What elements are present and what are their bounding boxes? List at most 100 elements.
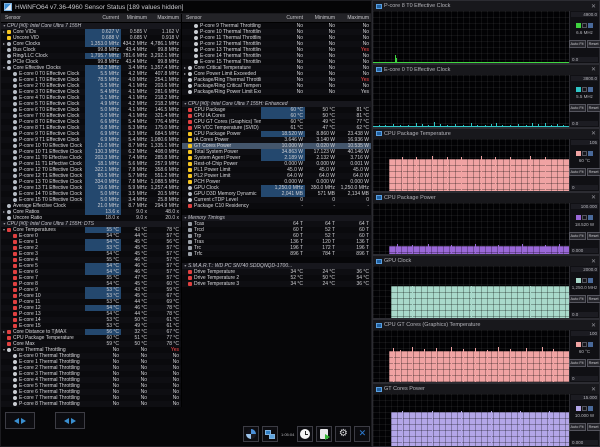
graph-close-icon[interactable]: ✕ (591, 194, 596, 201)
sensor-row[interactable]: Package/Ring Power Limit Exceeded No No Yes (182, 89, 371, 95)
reset-button[interactable]: Reset (586, 40, 600, 48)
flag-sensor-icon (188, 90, 192, 94)
grid-color-swatch[interactable] (588, 86, 593, 92)
clock-sensor-icon (13, 150, 17, 154)
power-sensor-icon (188, 168, 192, 172)
graph-spike (510, 156, 512, 191)
sensor-label: Trfc (194, 251, 203, 257)
sensor-row[interactable]: Trfc 896 T 784 T 896 T (182, 251, 371, 257)
temp-sensor-icon (13, 294, 17, 298)
clock-sensor-icon (13, 156, 17, 160)
grid-color-swatch[interactable] (588, 278, 593, 284)
reset-button[interactable]: Reset (586, 167, 600, 176)
clock-sensor-icon (13, 90, 17, 94)
column-header-minimum[interactable]: Minimum (305, 15, 337, 21)
graph-scale-max: 105 (571, 139, 598, 145)
background-color-swatch[interactable] (582, 214, 587, 220)
graph-close-icon[interactable]: ✕ (591, 66, 596, 73)
line-color-swatch[interactable] (576, 278, 581, 284)
flag-sensor-icon (188, 72, 192, 76)
close-button[interactable]: ✕ (354, 426, 371, 442)
logging-start-button[interactable] (316, 426, 333, 442)
auto-fit-button[interactable]: Auto Fit (568, 295, 586, 304)
line-color-swatch[interactable] (576, 23, 581, 28)
graph-titlebar[interactable]: CPU Package Power ✕ (373, 192, 599, 203)
reset-button[interactable]: Reset (586, 359, 600, 368)
table-header-left[interactable]: Sensor Current Minimum Maximum (1, 14, 181, 23)
grid-color-swatch[interactable] (588, 23, 593, 28)
current-value: - (301, 203, 303, 209)
column-header-minimum[interactable]: Minimum (121, 15, 149, 21)
sensor-row[interactable]: P-core 8 Thermal Throttling No No No (1, 401, 181, 407)
graph-scale-max: 100 (571, 331, 598, 337)
reset-button[interactable]: Reset (586, 103, 600, 112)
graph-titlebar[interactable]: CPU Package Temperature ✕ (373, 128, 599, 139)
background-color-swatch[interactable] (582, 278, 587, 284)
shrink-columns-button[interactable] (5, 412, 35, 429)
graph-close-icon[interactable]: ✕ (591, 130, 596, 137)
column-header-current[interactable]: Current (261, 15, 305, 21)
sensor-row[interactable]: Drive Temperature 3 34 °C 24 °C 36 °C (182, 281, 371, 287)
column-header-sensor[interactable]: Sensor (182, 15, 261, 21)
expand-columns-button[interactable] (55, 412, 85, 429)
graph-titlebar[interactable]: E-core 0 T0 Effective Clock ✕ (373, 64, 599, 75)
clock-sensor-icon (13, 132, 17, 136)
auto-fit-button[interactable]: Auto Fit (568, 103, 586, 112)
line-color-swatch[interactable] (576, 406, 581, 412)
grid-color-swatch[interactable] (588, 150, 593, 156)
background-color-swatch[interactable] (582, 86, 587, 92)
grid-color-swatch[interactable] (588, 406, 593, 412)
graph-titlebar[interactable]: GT Cores Power ✕ (373, 384, 599, 395)
flag-sensor-icon (194, 54, 198, 58)
reset-minmax-button[interactable] (243, 426, 259, 442)
clock-button[interactable] (297, 426, 314, 442)
background-color-swatch[interactable] (582, 406, 587, 412)
graph-close-icon[interactable]: ✕ (591, 3, 596, 10)
mem-sensor-icon (188, 222, 192, 226)
settings-button[interactable]: ⚙ (335, 426, 352, 442)
flag-sensor-icon (188, 84, 192, 88)
graph-titlebar[interactable]: GPU Clock ✕ (373, 256, 599, 267)
graph-window: CPU Package Temperature ✕ 105 60 °C Auto Fit… (372, 127, 600, 192)
background-color-swatch[interactable] (582, 342, 587, 348)
line-color-swatch[interactable] (576, 342, 581, 348)
graph-titlebar[interactable]: CPU GT Cores (Graphics) Temperature ✕ (373, 320, 599, 331)
column-header-sensor[interactable]: Sensor (1, 15, 85, 21)
grid-color-swatch[interactable] (588, 342, 593, 348)
table-header-middle[interactable]: Sensor Current Minimum Maximum (182, 14, 371, 23)
flag-sensor-icon (13, 390, 17, 394)
clock-sensor-icon (13, 162, 17, 166)
auto-fit-button[interactable]: Auto Fit (568, 40, 586, 48)
minimum-value: No (140, 401, 147, 407)
auto-fit-button[interactable]: Auto Fit (568, 423, 586, 432)
window-titlebar[interactable]: HWiNFO64 v7.36-4960 Sensor Status [189 v… (1, 1, 371, 14)
graph-close-icon[interactable]: ✕ (591, 322, 596, 329)
clock-icon (300, 429, 311, 439)
graph-spike (549, 411, 551, 447)
reset-button[interactable]: Reset (586, 423, 600, 432)
graph-monitor-icon (376, 131, 382, 137)
reset-button[interactable]: Reset (586, 231, 600, 240)
line-color-swatch[interactable] (576, 214, 581, 220)
column-header-current[interactable]: Current (85, 15, 121, 21)
background-color-swatch[interactable] (582, 23, 587, 28)
line-color-swatch[interactable] (576, 150, 581, 156)
graph-close-icon[interactable]: ✕ (591, 386, 596, 393)
graph-titlebar[interactable]: P-core 8 T0 Effective Clock ✕ (373, 1, 599, 11)
line-color-swatch[interactable] (576, 86, 581, 92)
arrow-right-icon (21, 417, 26, 424)
auto-fit-button[interactable]: Auto Fit (568, 167, 586, 176)
grid-color-swatch[interactable] (588, 214, 593, 220)
remote-monitor-button[interactable] (262, 426, 278, 442)
background-color-swatch[interactable] (582, 150, 587, 156)
auto-fit-button[interactable]: Auto Fit (568, 231, 586, 240)
graph-window: CPU GT Cores (Graphics) Temperature ✕ 100 6… (372, 319, 600, 384)
graph-spike (494, 157, 496, 191)
column-header-maximum[interactable]: Maximum (149, 15, 181, 21)
reset-button[interactable]: Reset (586, 295, 600, 304)
sensor-row[interactable]: Package C10 Residency - - - (182, 203, 371, 209)
auto-fit-button[interactable]: Auto Fit (568, 359, 586, 368)
graph-close-icon[interactable]: ✕ (591, 258, 596, 265)
sensor-rows-middle: P-core 9 Thermal Throttling No No No P-core … (182, 23, 371, 287)
column-header-maximum[interactable]: Maximum (337, 15, 371, 21)
